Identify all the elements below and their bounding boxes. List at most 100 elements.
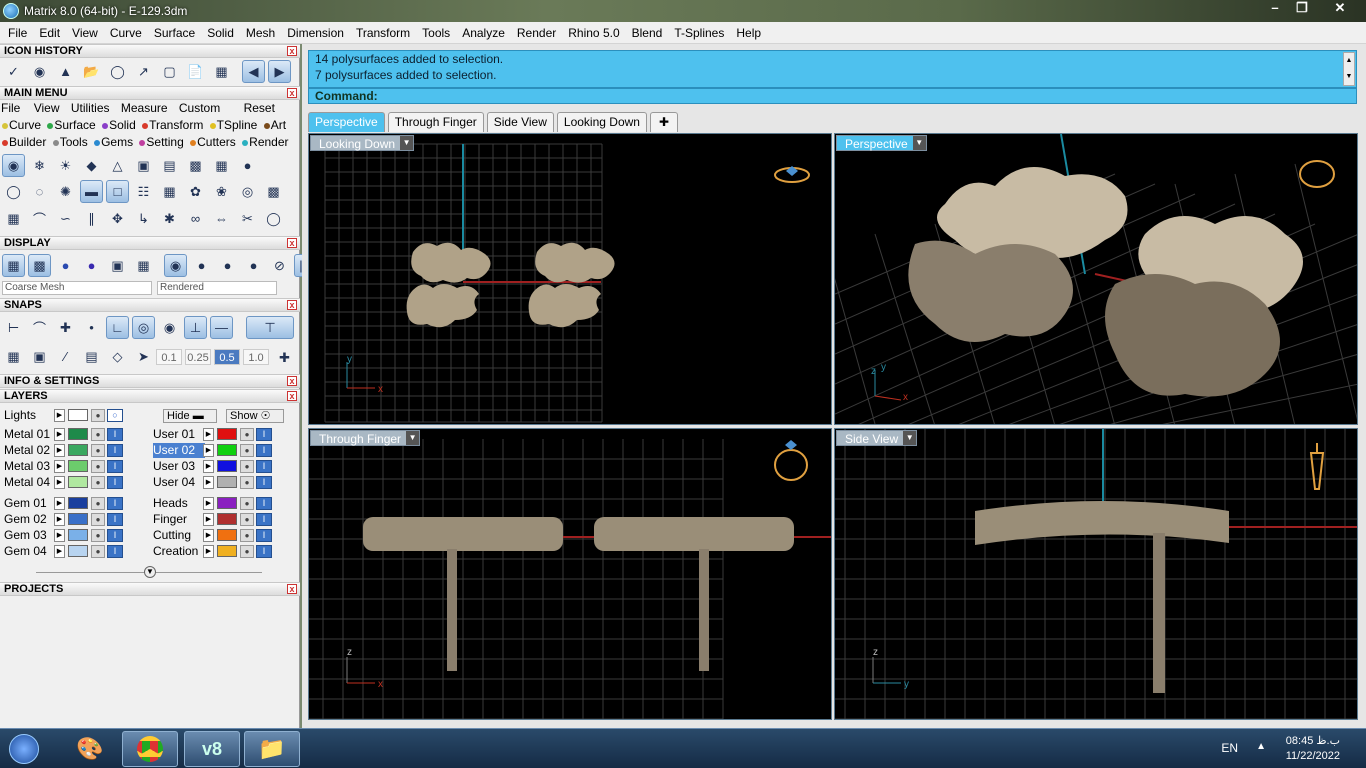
menu-render[interactable]: Render [511,23,562,43]
pattern-icon[interactable]: ▦ [158,180,181,203]
menu-help[interactable]: Help [730,23,767,43]
tab-through-finger[interactable]: Through Finger [387,112,484,132]
arrow-left-icon[interactable]: ◀ [242,60,265,83]
diamond-icon[interactable]: ◇ [106,345,129,368]
snap-point-icon[interactable]: • [80,316,103,339]
menu-edit[interactable]: Edit [33,23,66,43]
snap-tan-icon[interactable]: — [210,316,233,339]
expand-icon[interactable]: ▶ [203,460,214,473]
menu-view[interactable]: View [66,23,104,43]
mm-solid[interactable]: Solid [102,118,136,132]
visibility-icon[interactable]: I [256,529,272,542]
curve-tool-icon[interactable]: ✓ [2,60,25,83]
menu-dimension[interactable]: Dimension [281,23,350,43]
mm-tspline[interactable]: TSpline [209,118,257,132]
visibility-icon[interactable]: I [107,513,123,526]
menu-solid[interactable]: Solid [201,23,240,43]
layer-name[interactable]: Gem 01 [4,496,56,511]
layer-name[interactable]: User 04 [153,475,205,490]
layer-row[interactable]: Gem 01 ▶ ● I [4,496,144,511]
grid-tool-icon[interactable]: ▦ [210,60,233,83]
layer-color-swatch[interactable] [217,460,237,472]
grid-snap-icon[interactable]: ▦ [2,345,25,368]
mm-cutters[interactable]: Cutters [190,135,236,149]
viewport-menu-through-finger[interactable]: Through Finger ▼ [310,430,421,446]
visibility-icon[interactable]: I [107,444,123,457]
layer-color-swatch[interactable] [217,476,237,488]
layer-name[interactable]: Heads [153,496,205,511]
tray-up-icon[interactable]: ▲ [1256,741,1266,752]
bend-icon[interactable]: ↳ [132,207,155,230]
snaps-header[interactable]: SNAPS x [0,298,300,312]
cut-icon[interactable]: ✂ [236,207,259,230]
lights-color-swatch[interactable] [68,409,88,421]
layer-row[interactable]: Metal 01 ▶ ● I [4,427,144,442]
arrow-right-icon[interactable]: ▶ [268,60,291,83]
close-button[interactable]: ✕ [1326,0,1354,18]
render-tool-icon[interactable]: ◯ [106,60,129,83]
layer-row[interactable]: User 03 ▶ ● I [153,459,293,474]
flower-icon[interactable]: ✿ [184,180,207,203]
viewport-menu-side-view[interactable]: Side View ▼ [836,430,918,446]
tab-side-view[interactable]: Side View [486,112,554,132]
menu-tools[interactable]: Tools [416,23,456,43]
mm-gems[interactable]: Gems [94,135,133,149]
menu-transform[interactable]: Transform [350,23,416,43]
grid-view-icon[interactable]: ▦ [132,254,155,277]
expand-icon[interactable]: ▶ [54,444,65,457]
lock-icon[interactable]: ● [91,409,105,422]
lock-icon[interactable]: ● [240,428,254,441]
visibility-icon[interactable]: I [256,428,272,441]
hide-button[interactable]: Hide ▬ [163,409,217,423]
menu-analyze[interactable]: Analyze [456,23,511,43]
logo-icon[interactable]: ☷ [132,180,155,203]
main-menu-header[interactable]: MAIN MENU x [0,86,300,100]
visibility-icon[interactable]: I [107,529,123,542]
lock-icon[interactable]: ● [91,428,105,441]
menu-curve[interactable]: Curve [104,23,148,43]
blocks-icon[interactable]: ▦ [2,207,25,230]
layer-color-swatch[interactable] [217,513,237,525]
visibility-icon[interactable]: I [256,513,272,526]
command-scrollbar[interactable]: ▲ ▼ [1343,52,1355,86]
projects-header[interactable]: PROJECTS x [0,582,300,596]
circle-icon[interactable]: ◯ [262,207,285,230]
layer-row[interactable]: Metal 02 ▶ ● I [4,443,144,458]
close-icon[interactable]: x [287,376,297,386]
layer-color-swatch[interactable] [68,444,88,456]
layer-row[interactable]: Gem 04 ▶ ● I [4,544,144,559]
snap-mid-icon[interactable]: ∟ [106,316,129,339]
layer-row[interactable]: User 01 ▶ ● I [153,427,293,442]
steel-sphere-icon[interactable]: ● [190,254,213,277]
lock-icon[interactable]: ● [240,444,254,457]
viewport-menu-looking-down[interactable]: Looking Down ▼ [310,135,415,151]
snap-center-icon[interactable]: ◎ [132,316,155,339]
lock-icon[interactable]: ● [91,513,105,526]
lock-icon[interactable]: ● [91,460,105,473]
stone-icon[interactable]: ◆ [80,154,103,177]
mm-setting[interactable]: Setting [139,135,184,149]
layer-color-swatch[interactable] [217,545,237,557]
layer-name[interactable]: Metal 03 [4,459,56,474]
sphere-icon[interactable]: ● [236,154,259,177]
environment-icon[interactable]: ▣ [106,254,129,277]
snap-cross-icon[interactable]: ✚ [54,316,77,339]
close-icon[interactable]: x [287,238,297,248]
leaf-icon[interactable]: ❀ [210,180,233,203]
sun-icon[interactable]: ☀ [54,154,77,177]
fan-icon[interactable]: ✱ [158,207,181,230]
hatch-snap-icon[interactable]: ▤ [80,345,103,368]
visibility-icon[interactable]: I [107,476,123,489]
lock-icon[interactable]: ● [240,460,254,473]
hatch-icon[interactable]: ▤ [158,154,181,177]
language-indicator[interactable]: EN [1221,741,1238,755]
expand-icon[interactable]: ▶ [203,497,214,510]
lock-icon[interactable]: ● [240,529,254,542]
expand-icon[interactable]: ▶ [54,529,65,542]
menu-mesh[interactable]: Mesh [240,23,281,43]
close-icon[interactable]: x [287,584,297,594]
display-header[interactable]: DISPLAY x [0,236,300,250]
snap-quad-icon[interactable]: ◉ [158,316,181,339]
lock-icon[interactable]: ● [91,444,105,457]
layer-color-swatch[interactable] [68,513,88,525]
